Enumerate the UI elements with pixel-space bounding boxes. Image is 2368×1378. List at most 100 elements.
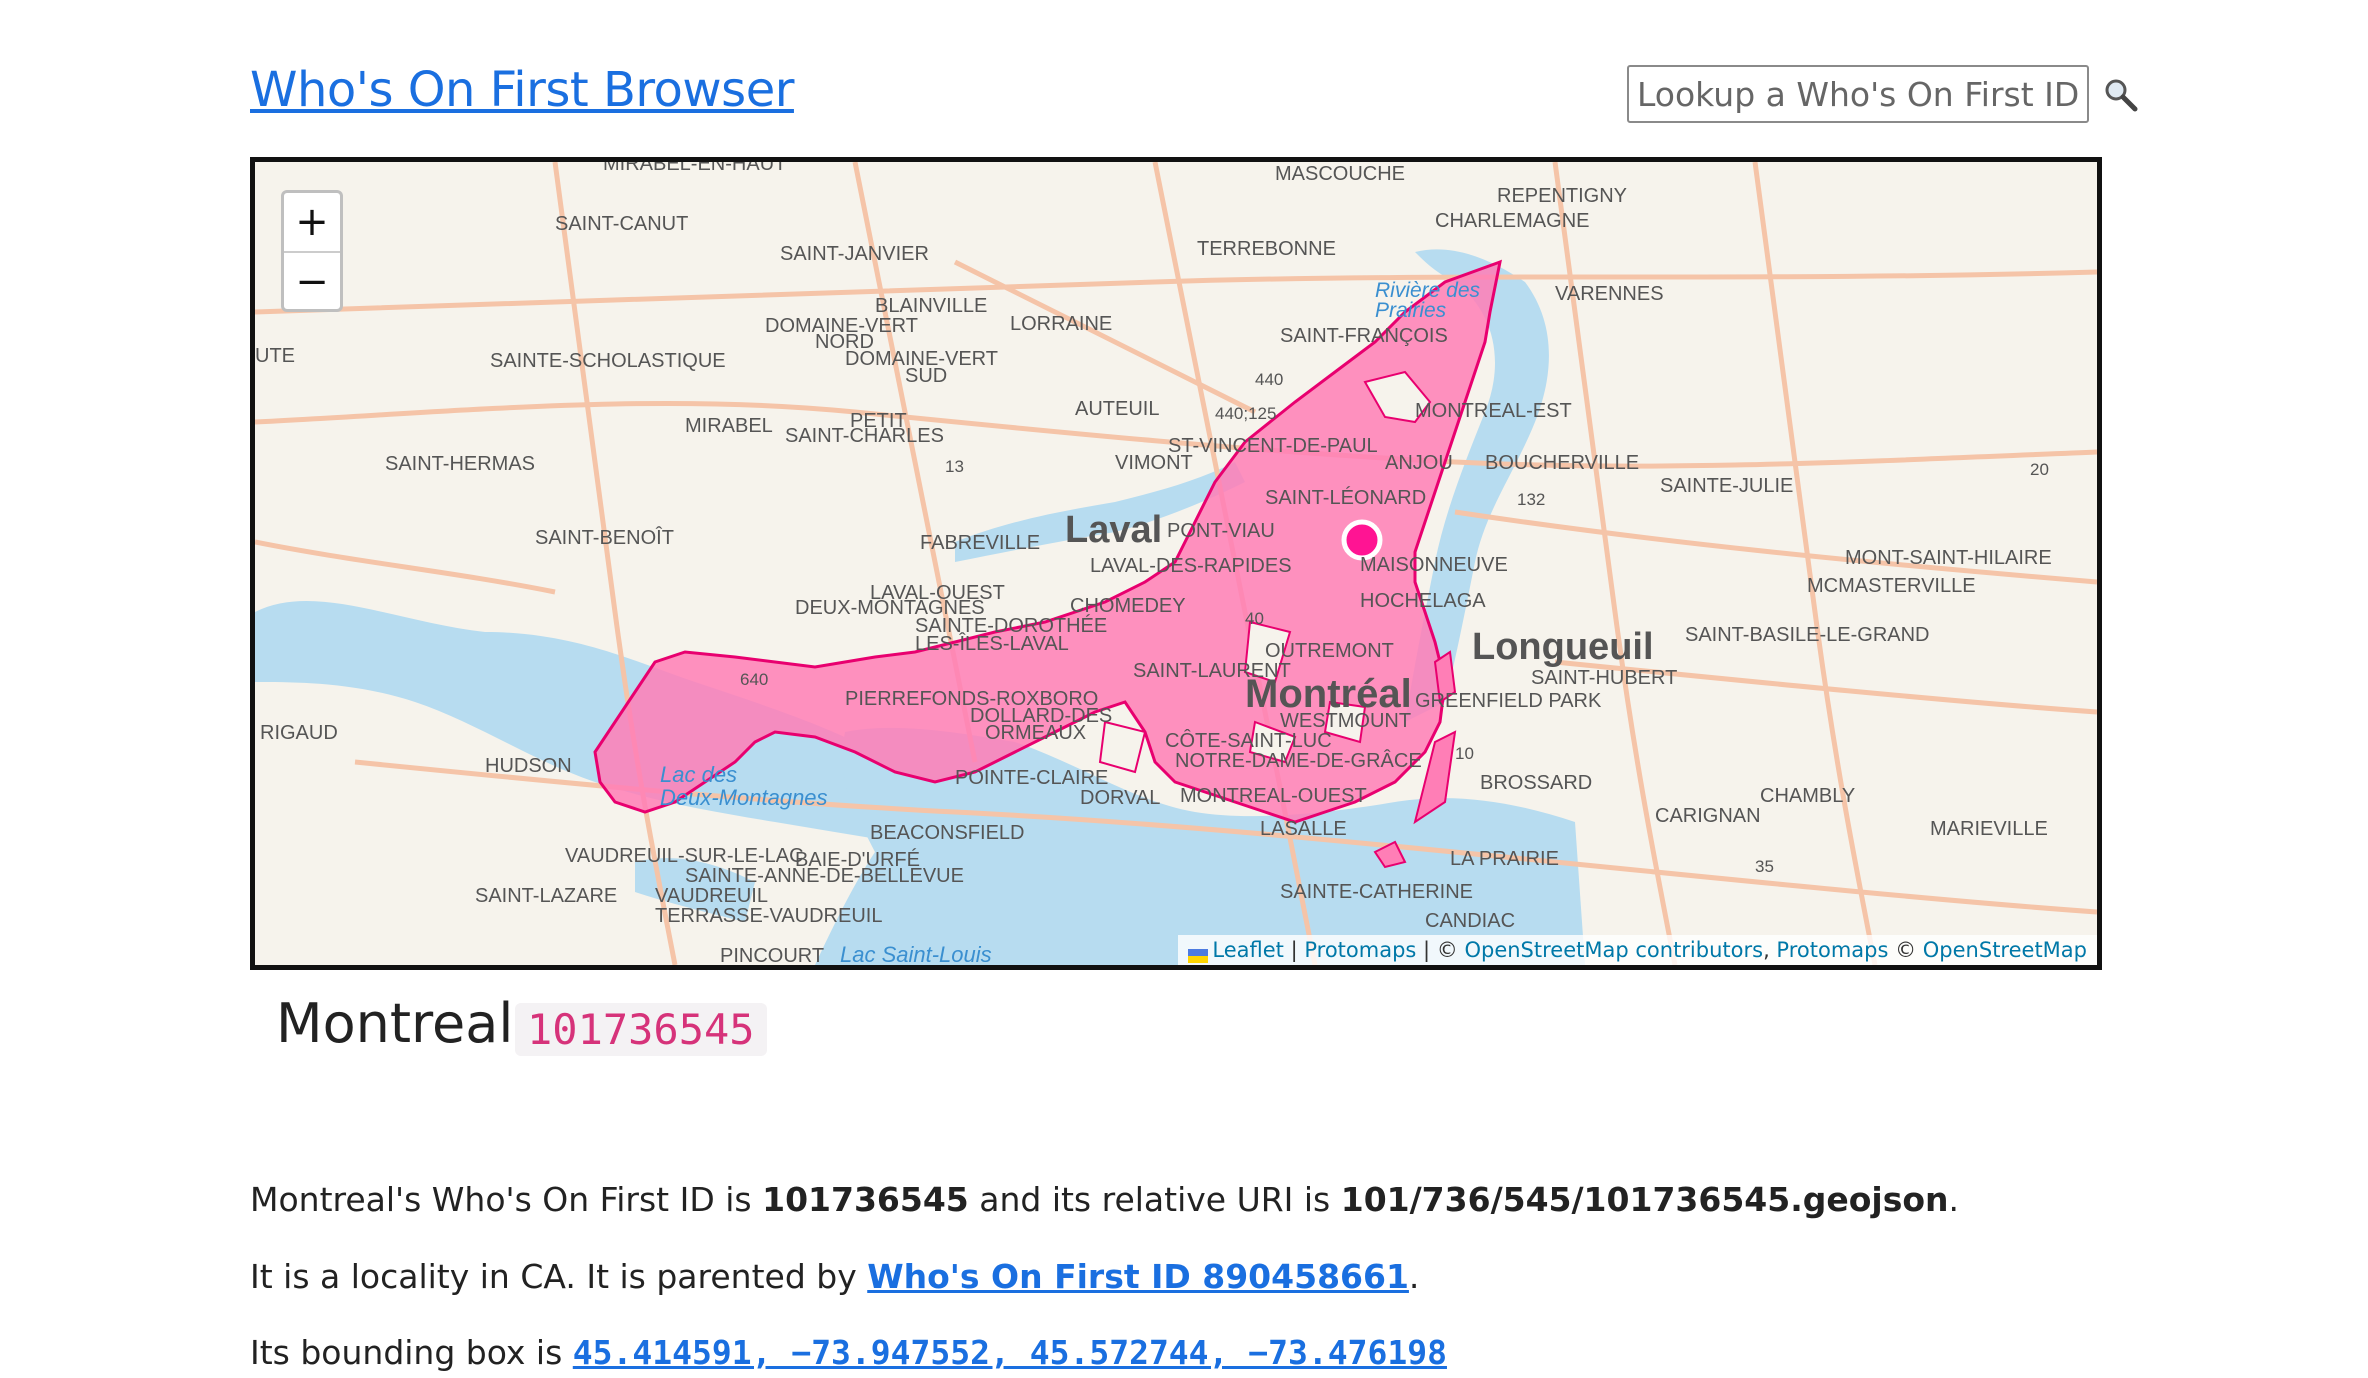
map-label: AUTEUIL (1075, 398, 1159, 420)
map-label: 440;125 (1215, 404, 1276, 423)
map-attribution: Leaflet | Protomaps | © OpenStreetMap co… (1178, 935, 2097, 965)
map-label: MONTREAL-EST (1415, 400, 1572, 422)
text: . (1408, 1257, 1420, 1296)
map-label: UTE (255, 345, 295, 367)
attribution-separator: , (1763, 938, 1777, 962)
parent-id-link[interactable]: Who's On First ID 890458661 (867, 1257, 1409, 1296)
attribution-separator: | © (1416, 938, 1465, 962)
map-label: CANDIAC (1425, 910, 1515, 932)
map-label: FABREVILLE (920, 532, 1040, 554)
map-label: 40 (1245, 609, 1264, 628)
map-label: CARIGNAN (1655, 805, 1761, 827)
zoom-out-button[interactable]: − (284, 253, 340, 311)
map-label: SAINT-LAZARE (475, 885, 617, 907)
search-input[interactable] (1627, 65, 2089, 123)
map-label: SAINTE-JULIE (1660, 475, 1793, 497)
map-label: GREENFIELD PARK (1415, 690, 1602, 712)
map-label: Lac Saint-Louis (840, 942, 992, 965)
map-label: Deux-Montagnes (660, 785, 828, 810)
map-label: MARIEVILLE (1930, 818, 2048, 840)
map-label: HOCHELAGA (1360, 590, 1486, 612)
map-label: 20 (2030, 460, 2049, 479)
map-label: Longueuil (1472, 626, 1654, 668)
relative-uri: 101/736/545/101736545.geojson (1340, 1180, 1949, 1219)
text: It is a locality in CA. It is parented b… (250, 1257, 868, 1296)
parent-paragraph: It is a locality in CA. It is parented b… (250, 1257, 1419, 1296)
map-label: RIGAUD (260, 722, 338, 744)
map-label: LA PRAIRIE (1450, 848, 1559, 870)
place-id-badge: 101736545 (515, 1003, 767, 1056)
map-label: REPENTIGNY (1497, 185, 1627, 207)
map-label: SAINTE-SCHOLASTIQUE (490, 350, 726, 372)
map-label: ORMEAUX (985, 722, 1086, 744)
map-label: Lac des (660, 762, 737, 787)
text: Montreal's Who's On First ID is (250, 1180, 763, 1219)
map-label: MIRABEL-EN-HAUT (603, 162, 786, 175)
map-label: OUTREMONT (1265, 640, 1394, 662)
ukraine-flag-icon (1188, 944, 1209, 963)
map-label: MONT-SAINT-HILAIRE (1845, 547, 2052, 569)
leaflet-link[interactable]: Leaflet (1212, 938, 1284, 962)
map-tiles: MIRABEL-EN-HAUT MASCOUCHE SAINT-CANUT RE… (255, 162, 2097, 965)
map-label: BROSSARD (1480, 772, 1592, 794)
map-label: MAISONNEUVE (1360, 554, 1508, 576)
map-label: PINCOURT (720, 945, 824, 965)
map-label: LAVAL-DES-RAPIDES (1090, 555, 1292, 577)
map-label: MIRABEL (685, 415, 773, 437)
map-label: VAUDREUIL-SUR-LE-LAC (565, 845, 804, 867)
map-label: ANJOU (1385, 452, 1453, 474)
map-label: DORVAL (1080, 787, 1160, 809)
map-label: CÔTE-SAINT-LUC (1165, 729, 1332, 752)
map-label: CHARLEMAGNE (1435, 210, 1589, 232)
zoom-in-button[interactable]: + (284, 193, 340, 253)
location-marker (1341, 519, 1383, 561)
map-label: SAINT-BASILE-LE-GRAND (1685, 624, 1930, 646)
map-label: SAINT-HUBERT (1531, 667, 1677, 689)
map-label: BLAINVILLE (875, 295, 987, 317)
map-label: VARENNES (1555, 283, 1664, 305)
map-view[interactable]: MIRABEL-EN-HAUT MASCOUCHE SAINT-CANUT RE… (250, 157, 2102, 970)
map-label: SAINT-LÉONARD (1265, 486, 1426, 509)
map-label: CHOMEDEY (1070, 595, 1186, 617)
map-label: LASALLE (1260, 818, 1347, 840)
map-label: CHAMBLY (1760, 785, 1855, 807)
map-label: MCMASTERVILLE (1807, 575, 1976, 597)
map-label: Prairies (1375, 299, 1447, 322)
wof-id: 101736545 (762, 1180, 969, 1219)
map-label: WESTMOUNT (1280, 710, 1411, 732)
map-label: SAINT-BENOÎT (535, 526, 674, 549)
text: Its bounding box is (250, 1333, 573, 1372)
site-title-link[interactable]: Who's On First Browser (250, 62, 794, 118)
map-label: SAINT-HERMAS (385, 453, 535, 475)
id-paragraph: Montreal's Who's On First ID is 10173654… (250, 1180, 1959, 1219)
map-label: SAINT-JANVIER (780, 243, 929, 265)
map-label: 640 (740, 670, 768, 689)
map-label: 13 (945, 457, 964, 476)
map-label: BOUCHERVILLE (1485, 452, 1639, 474)
map-label: MONTREAL-OUEST (1180, 785, 1367, 807)
map-label: LES-ÎLES-LAVAL (915, 632, 1069, 655)
place-name: Montreal (276, 992, 514, 1055)
attribution-separator: © (1888, 938, 1923, 962)
map-label: ST-VINCENT-DE-PAUL (1168, 435, 1378, 457)
protomaps-link-2[interactable]: Protomaps (1776, 938, 1888, 962)
map-label: HUDSON (485, 755, 572, 777)
text: . (1948, 1180, 1960, 1219)
search-icon[interactable] (2104, 78, 2138, 117)
bbox-link[interactable]: 45.414591, −73.947552, 45.572744, −73.47… (573, 1333, 1447, 1372)
attribution-separator: | (1283, 938, 1305, 962)
osm-link[interactable]: OpenStreetMap (1923, 938, 2087, 962)
map-label: NOTRE-DAME-DE-GRÂCE (1175, 749, 1422, 772)
protomaps-link[interactable]: Protomaps (1304, 938, 1416, 962)
map-label: VIMONT (1115, 452, 1193, 474)
osm-contributors-link[interactable]: OpenStreetMap contributors (1464, 938, 1763, 962)
map-label: SUD (905, 365, 947, 387)
zoom-control: + − (281, 190, 343, 312)
map-label: SAINT-CHARLES (785, 425, 944, 447)
map-label: SAINTE-ANNE-DE-BELLEVUE (685, 865, 964, 887)
map-label: Laval (1065, 509, 1162, 551)
map-label: 132 (1517, 490, 1545, 509)
map-label: BEACONSFIELD (870, 822, 1024, 844)
text: and its relative URI is (968, 1180, 1341, 1219)
map-label: TERRASSE-VAUDREUIL (655, 905, 882, 927)
